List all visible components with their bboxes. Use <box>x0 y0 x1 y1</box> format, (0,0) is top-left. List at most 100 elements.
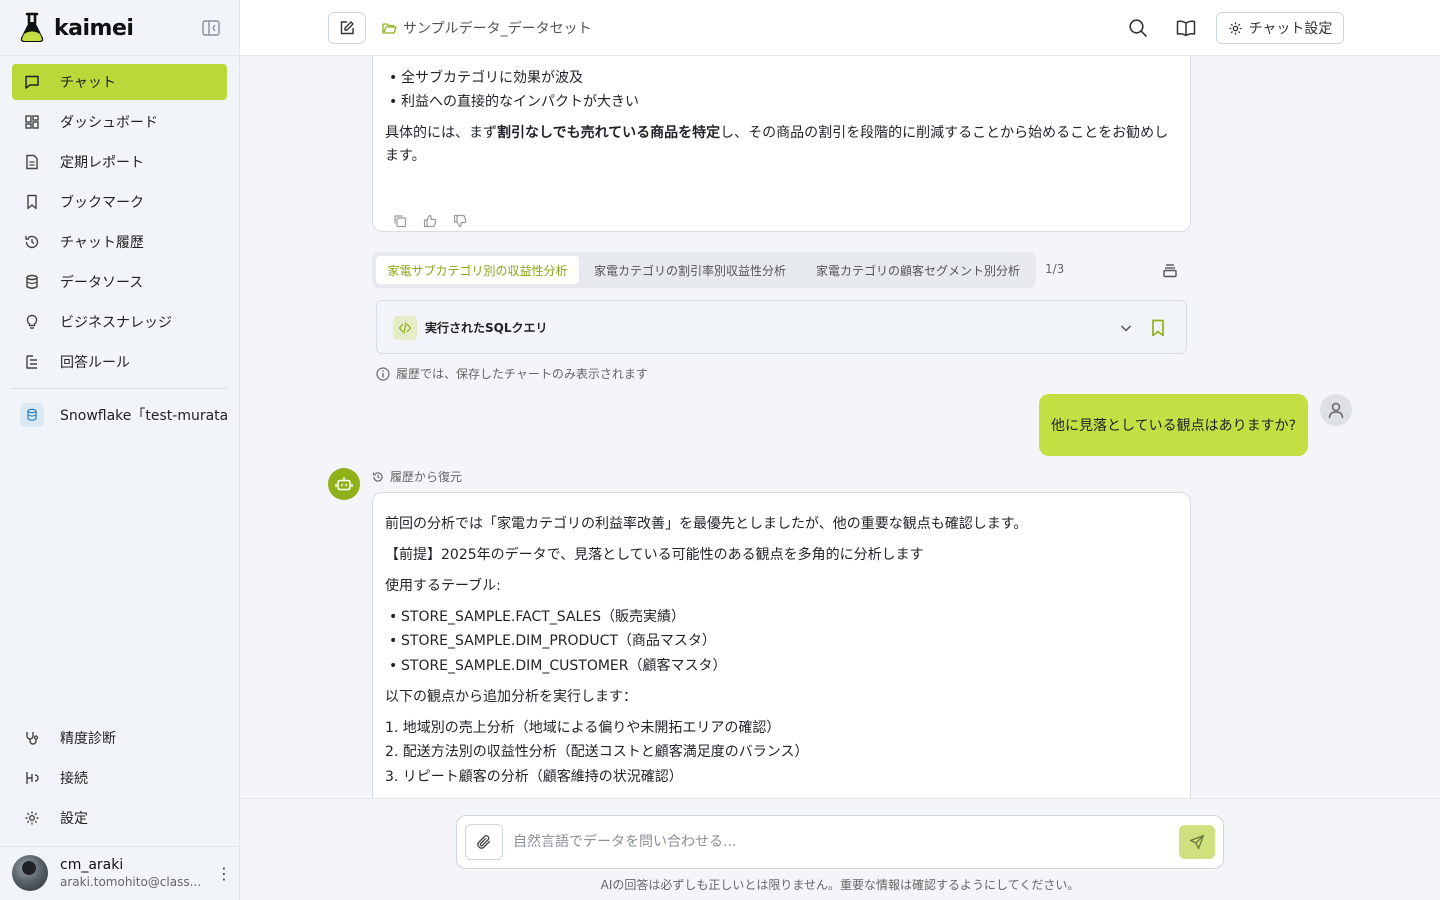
user-profile[interactable]: cm_araki araki.tomohito@class... ⋮ <box>12 855 232 891</box>
message-paragraph: 具体的には、まず割引なしでも売れている商品を特定し、その商品の割引を段階的に削減… <box>385 125 1169 141</box>
snowflake-db-icon <box>20 403 44 427</box>
list-item: 全サブカテゴリに効果が波及 <box>389 67 583 89</box>
sidebar-item-label: ビジネスナレッジ <box>60 315 172 331</box>
lightbulb-icon <box>26 314 38 329</box>
sidebar-item-accuracy[interactable]: 精度診断 <box>12 720 227 756</box>
new-chat-button[interactable] <box>328 12 366 44</box>
sidebar-item-knowledge[interactable]: ビジネスナレッジ <box>12 304 227 340</box>
search-icon[interactable] <box>1128 18 1148 38</box>
book-open-icon[interactable] <box>1176 18 1196 38</box>
code-icon <box>393 316 417 340</box>
user-avatar-icon <box>1320 394 1352 426</box>
send-button[interactable] <box>1179 825 1215 859</box>
more-vertical-icon[interactable]: ⋮ <box>216 863 232 883</box>
sidebar-item-connection[interactable]: 接続 <box>12 760 227 796</box>
sidebar-bottom-nav: 精度診断 接続 設定 <box>12 720 227 840</box>
ai-disclaimer: AIの回答は必ずしも正しいとは限りません。重要な情報は確認するようにしてください… <box>600 878 1080 892</box>
avatar <box>12 855 48 891</box>
user-message-text: 他に見落としている観点はありますか? <box>1050 418 1296 434</box>
tab-subcategory-profit[interactable]: 家電サブカテゴリ別の収益性分析 <box>376 256 579 284</box>
thumbs-up-icon[interactable] <box>423 214 437 228</box>
sidebar-nav: チャット ダッシュボード 定期レポート ブックマーク チャット履歴 データソース… <box>12 64 227 384</box>
chevron-down-icon[interactable] <box>1118 320 1134 336</box>
sql-query-label: 実行されたSQLクエリ <box>425 321 548 335</box>
chat-settings-label: チャット設定 <box>1248 21 1333 37</box>
gear-icon <box>1228 21 1242 35</box>
history-note: 履歴では、保存したチャートのみ表示されます <box>376 365 648 382</box>
history-icon <box>25 235 39 249</box>
sidebar-item-bookmarks[interactable]: ブックマーク <box>12 184 227 220</box>
history-note-text: 履歴では、保存したチャートのみ表示されます <box>396 367 648 381</box>
stack-icon[interactable] <box>1162 262 1178 278</box>
rules-icon <box>26 355 37 369</box>
tab-discount-profit[interactable]: 家電カテゴリの割引率別収益性分析 <box>584 256 796 284</box>
paperclip-icon <box>477 835 491 849</box>
bookmark-icon <box>27 194 37 210</box>
list-item: STORE_SAMPLE.DIM_CUSTOMER（顧客マスタ） <box>389 655 726 677</box>
list-item: 利益への直接的なインパクトが大きい <box>389 91 639 113</box>
brand-name: kaimei <box>54 15 134 41</box>
sidebar-item-datasource[interactable]: データソース <box>12 264 227 300</box>
gear-icon <box>25 811 39 825</box>
assistant-message-card: 前回の分析では「家電カテゴリの利益率改善」を最優先としましたが、他の重要な観点も… <box>372 492 1191 798</box>
message-paragraph: 【前提】2025年のデータで、見落としている可能性のある観点を多角的に分析します <box>385 547 924 563</box>
sidebar: kaimei チャット ダッシュボード 定期レポート ブックマーク チャット履歴 <box>0 0 240 900</box>
attach-button[interactable] <box>465 824 503 860</box>
datasource-label: Snowflake「test-murata」 <box>60 408 227 424</box>
sidebar-item-label: チャット履歴 <box>60 235 144 251</box>
chat-settings-button[interactable]: チャット設定 <box>1216 12 1344 44</box>
sidebar-item-label: 設定 <box>60 811 88 827</box>
tab-customer-segment[interactable]: 家電カテゴリの顧客セグメント別分析 <box>804 256 1032 284</box>
sidebar-item-label: 接続 <box>60 771 88 787</box>
datasource-item[interactable]: Snowflake「test-murata」 <box>20 402 227 428</box>
sql-query-accordion[interactable]: 実行されたSQLクエリ <box>376 300 1187 354</box>
bookmark-icon[interactable] <box>1150 319 1166 337</box>
copy-icon[interactable] <box>393 214 407 228</box>
sidebar-item-label: 精度診断 <box>60 731 116 747</box>
sidebar-item-label: チャット <box>60 75 116 91</box>
list-item: 3. リピート顧客の分析（顧客維持の状況確認） <box>385 769 683 785</box>
report-icon <box>26 154 38 170</box>
composer: AIの回答は必ずしも正しいとは限りません。重要な情報は確認するようにしてください… <box>240 798 1440 900</box>
stethoscope-icon <box>26 732 39 745</box>
edit-icon <box>340 21 354 35</box>
restored-from-history: 履歴から復元 <box>372 468 462 485</box>
send-icon <box>1189 834 1205 850</box>
tab-counter: 1/3 <box>1045 262 1065 276</box>
bot-avatar-icon <box>328 468 360 500</box>
sidebar-item-settings[interactable]: 設定 <box>12 800 227 836</box>
header: サンプルデータ_データセット チャット設定 <box>240 0 1440 56</box>
sidebar-item-history[interactable]: チャット履歴 <box>12 224 227 260</box>
message-paragraph-cont: ます。 <box>385 148 426 164</box>
sidebar-item-label: ブックマーク <box>60 195 144 211</box>
message-paragraph: 以下の観点から追加分析を実行します： <box>385 689 637 705</box>
user-name: cm_araki <box>60 857 124 873</box>
message-input[interactable] <box>513 826 1153 858</box>
thumbs-down-icon[interactable] <box>453 214 467 228</box>
user-email: araki.tomohito@class... <box>60 875 202 889</box>
dataset-breadcrumb[interactable]: サンプルデータ_データセット <box>382 18 592 38</box>
collapse-sidebar-icon[interactable] <box>202 20 220 36</box>
divider <box>0 846 240 847</box>
message-paragraph: 前回の分析では「家電カテゴリの利益率改善」を最優先としましたが、他の重要な観点も… <box>385 516 1028 532</box>
info-icon <box>376 366 390 381</box>
list-item: STORE_SAMPLE.DIM_PRODUCT（商品マスタ） <box>389 630 716 652</box>
feedback-icons <box>393 214 467 228</box>
sidebar-item-label: ダッシュボード <box>60 115 158 131</box>
sidebar-item-dashboard[interactable]: ダッシュボード <box>12 104 227 140</box>
user-message-bubble: 他に見落としている観点はありますか? <box>1039 394 1308 456</box>
dataset-name: サンプルデータ_データセット <box>403 21 592 37</box>
message-paragraph: 使用するテーブル: <box>385 578 501 594</box>
divider <box>12 388 227 389</box>
list-item: STORE_SAMPLE.FACT_SALES（販売実績） <box>389 606 685 628</box>
database-icon <box>26 274 38 289</box>
sidebar-item-rules[interactable]: 回答ルール <box>12 344 227 380</box>
sidebar-item-reports[interactable]: 定期レポート <box>12 144 227 180</box>
kaimei-logo-icon <box>20 12 44 42</box>
sidebar-item-chat[interactable]: チャット <box>12 64 227 100</box>
list-item: 1. 地域別の売上分析（地域による偏りや未開拓エリアの確認） <box>385 720 781 736</box>
sidebar-item-label: 回答ルール <box>60 355 130 371</box>
brand-logo[interactable]: kaimei <box>18 12 134 44</box>
restored-label: 履歴から復元 <box>390 470 463 484</box>
history-icon <box>372 471 383 482</box>
